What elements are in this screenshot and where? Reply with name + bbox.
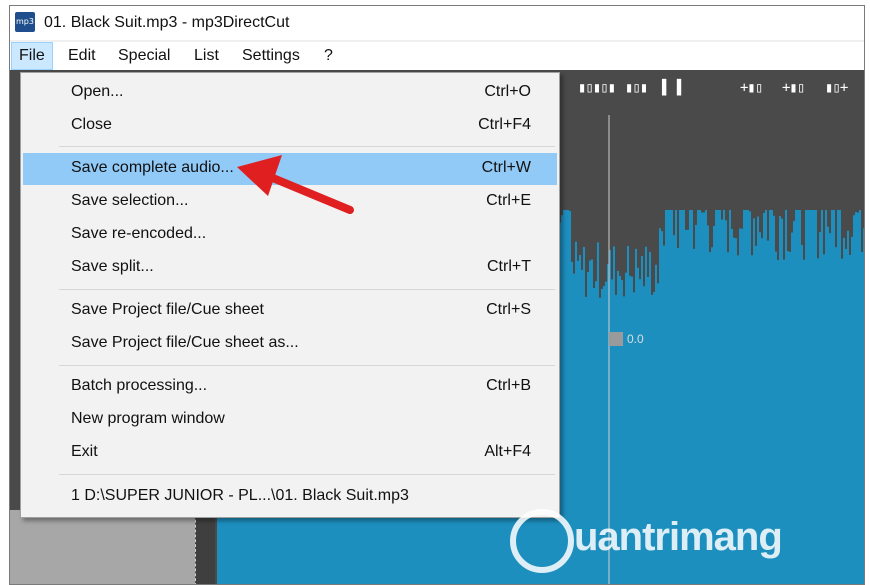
annotation-arrow-icon [237,155,354,214]
